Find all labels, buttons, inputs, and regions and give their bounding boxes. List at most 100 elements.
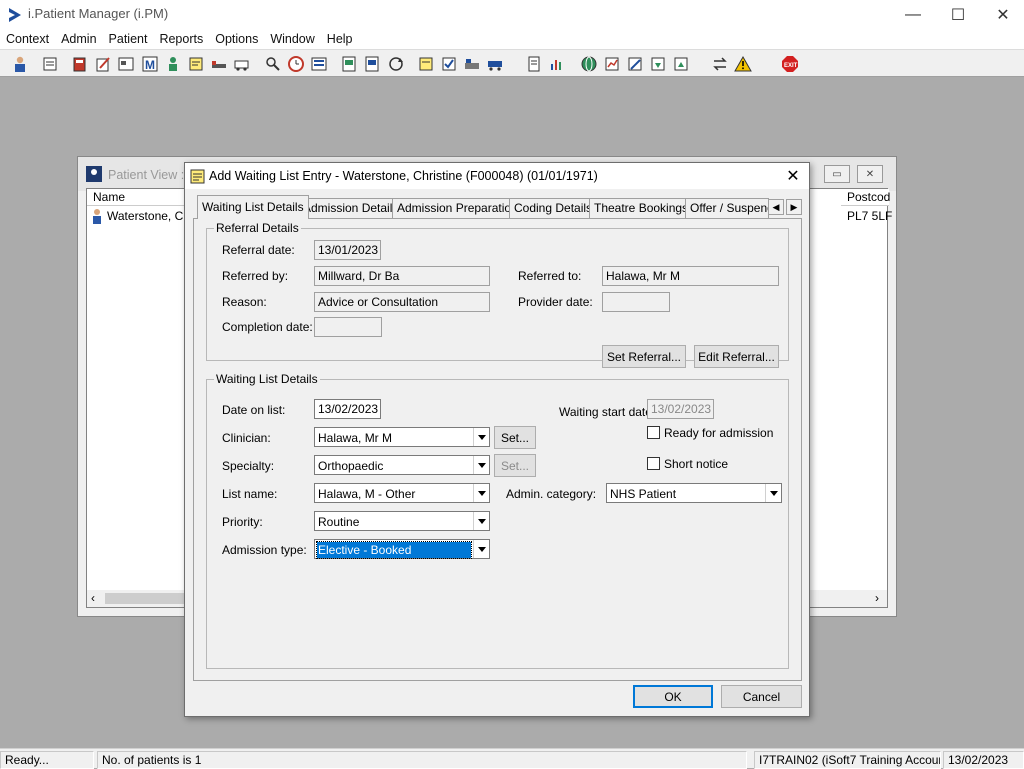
short-notice-label: Short notice: [664, 457, 729, 471]
upload-icon[interactable]: [670, 53, 691, 74]
referral-details-label: Referral Details: [214, 221, 301, 235]
menu-help[interactable]: Help: [321, 29, 359, 49]
menu-admin[interactable]: Admin: [55, 29, 102, 49]
doc2-icon[interactable]: [361, 53, 382, 74]
menu-patient[interactable]: Patient: [103, 29, 154, 49]
ward-icon[interactable]: [461, 53, 482, 74]
admission-type-label: Admission type:: [222, 543, 307, 557]
tab-theatre-bookings[interactable]: Theatre Bookings: [589, 198, 694, 218]
date-on-list-field[interactable]: 13/02/2023: [314, 399, 381, 419]
admin-category-select[interactable]: NHS Patient: [606, 483, 782, 503]
clinician-select[interactable]: Halawa, Mr M: [314, 427, 490, 447]
menu-window[interactable]: Window: [264, 29, 320, 49]
scroll-right-icon[interactable]: ›: [875, 591, 879, 605]
clock-icon[interactable]: [285, 53, 306, 74]
priority-select[interactable]: Routine: [314, 511, 490, 531]
ready-for-admission-checkbox[interactable]: [647, 426, 660, 439]
referred-by-field[interactable]: Millward, Dr Ba: [314, 266, 490, 286]
tab-scroll-right-icon[interactable]: ▶: [786, 199, 802, 215]
transport-icon[interactable]: [484, 53, 505, 74]
ready-for-admission-label: Ready for admission: [664, 426, 774, 440]
patient-postcode: PL7 5LF: [847, 209, 893, 223]
chevron-down-icon[interactable]: [765, 484, 781, 502]
list-name-value: Halawa, M - Other: [318, 487, 416, 501]
tab-waiting-list-details[interactable]: Waiting List Details: [197, 195, 309, 219]
referred-to-label: Referred to:: [518, 269, 582, 283]
list-name-select[interactable]: Halawa, M - Other: [314, 483, 490, 503]
form-icon[interactable]: [115, 53, 136, 74]
completion-date-label: Completion date:: [222, 320, 313, 334]
maximize-button[interactable]: ☐: [935, 0, 981, 29]
list-item[interactable]: Waterstone, Chr: [89, 207, 194, 225]
download-icon[interactable]: [647, 53, 668, 74]
reason-field[interactable]: Advice or Consultation: [314, 292, 490, 312]
swap-icon[interactable]: [709, 53, 730, 74]
reason-label: Reason:: [222, 295, 267, 309]
ok-button[interactable]: OK: [633, 685, 713, 708]
report-icon[interactable]: [601, 53, 622, 74]
minimize-button[interactable]: —: [890, 0, 936, 29]
edit-referral-button[interactable]: Edit Referral...: [694, 345, 779, 368]
tab-panel: Referral Details Referral date: 13/01/20…: [193, 218, 802, 681]
status-account: I7TRAIN02 (iSoft7 Training Account): [754, 751, 941, 769]
person-icon[interactable]: [162, 53, 183, 74]
page-icon[interactable]: [523, 53, 544, 74]
admission-type-value: Elective - Booked: [316, 541, 472, 559]
waiting-list-details-label: Waiting List Details: [214, 372, 320, 386]
chevron-down-icon[interactable]: [473, 428, 489, 446]
menu-bar: Context Admin Patient Reports Options Wi…: [0, 29, 1024, 49]
completion-date-field[interactable]: [314, 317, 382, 337]
exit-icon[interactable]: EXIT: [779, 53, 800, 74]
refresh-icon[interactable]: [385, 53, 406, 74]
search-icon[interactable]: [262, 53, 283, 74]
chevron-down-icon[interactable]: [473, 540, 489, 558]
patient-view-restore-button[interactable]: ▭: [824, 165, 850, 183]
tab-scroll-left-icon[interactable]: ◀: [768, 199, 784, 215]
doc-icon[interactable]: [338, 53, 359, 74]
close-button[interactable]: ✕: [980, 0, 1024, 29]
patient-icon[interactable]: [9, 53, 30, 74]
print-icon[interactable]: [39, 53, 60, 74]
globe-icon[interactable]: [578, 53, 599, 74]
chevron-down-icon[interactable]: [473, 512, 489, 530]
warning-icon[interactable]: [732, 53, 753, 74]
chevron-down-icon[interactable]: [473, 456, 489, 474]
bed-icon[interactable]: [208, 53, 229, 74]
menu-context[interactable]: Context: [0, 29, 55, 49]
referral-details-group: Referral Details Referral date: 13/01/20…: [206, 221, 789, 368]
tab-offer-suspend[interactable]: Offer / Suspend: [685, 198, 769, 218]
dialog-close-button[interactable]: ✕: [781, 165, 805, 187]
referred-to-field[interactable]: Halawa, Mr M: [602, 266, 779, 286]
menu-reports[interactable]: Reports: [153, 29, 209, 49]
edit-icon[interactable]: [92, 53, 113, 74]
short-notice-checkbox[interactable]: [647, 457, 660, 470]
tab-admission-preparation[interactable]: Admission Preparation: [392, 198, 523, 218]
book-icon[interactable]: [69, 53, 90, 74]
provider-date-field[interactable]: [602, 292, 670, 312]
admission-type-select[interactable]: Elective - Booked: [314, 539, 490, 559]
list-icon[interactable]: [308, 53, 329, 74]
ambulance-icon[interactable]: [231, 53, 252, 74]
note-icon[interactable]: [415, 53, 436, 74]
waiting-start-date-label: Waiting start date:: [559, 405, 656, 419]
menu-options[interactable]: Options: [209, 29, 264, 49]
chart-icon[interactable]: [546, 53, 567, 74]
cancel-button[interactable]: Cancel: [721, 685, 802, 708]
scroll-left-icon[interactable]: ‹: [91, 591, 95, 605]
scrollbar-thumb[interactable]: [105, 593, 185, 604]
clinician-set-button[interactable]: Set...: [494, 426, 536, 449]
referral-date-field[interactable]: 13/01/2023: [314, 240, 381, 260]
check-icon[interactable]: [438, 53, 459, 74]
m-icon[interactable]: M: [139, 53, 160, 74]
specialty-select[interactable]: Orthopaedic: [314, 455, 490, 475]
tab-admission-details[interactable]: Admission Details: [298, 198, 404, 218]
set-referral-button[interactable]: Set Referral...: [602, 345, 686, 368]
specialty-value: Orthopaedic: [318, 459, 384, 473]
chevron-down-icon[interactable]: [473, 484, 489, 502]
column-header-postcode[interactable]: Postcod: [841, 189, 890, 206]
patient-view-close-button[interactable]: ✕: [857, 165, 883, 183]
tab-coding-details[interactable]: Coding Details: [509, 198, 598, 218]
notes-icon[interactable]: [185, 53, 206, 74]
toolbar: M EXIT: [0, 49, 1024, 77]
edit2-icon[interactable]: [624, 53, 645, 74]
